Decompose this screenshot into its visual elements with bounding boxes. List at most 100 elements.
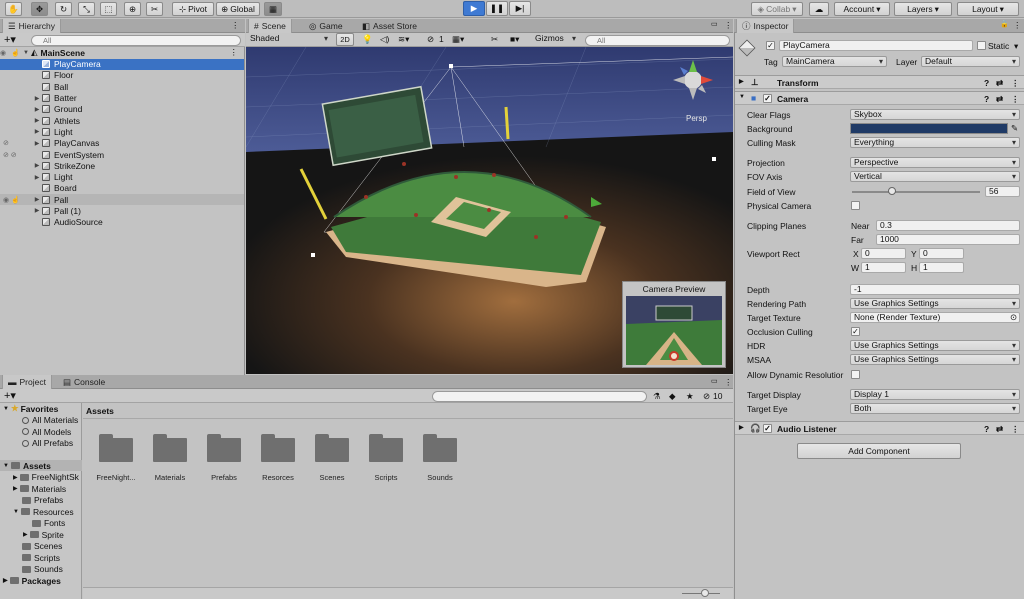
expand-arrow-icon[interactable]: ▼ xyxy=(3,406,9,412)
hierarchy-item-board[interactable]: Board xyxy=(0,183,244,194)
folder-prefabs[interactable] xyxy=(207,434,241,462)
folder-sounds[interactable] xyxy=(423,434,457,462)
static-dropdown-icon[interactable]: ▾ xyxy=(1014,41,1018,52)
create-plus-button[interactable]: +▾ xyxy=(4,389,16,402)
filter-type-icon[interactable]: ⚗ xyxy=(653,391,661,402)
expand-arrow-icon[interactable]: ▶ xyxy=(33,162,41,169)
rect-tool-button[interactable]: ⬚ xyxy=(100,2,117,16)
cloud-button[interactable]: ☁ xyxy=(809,2,829,16)
tab-game[interactable]: ◎ Game xyxy=(304,19,348,33)
active-checkbox[interactable]: ✓ xyxy=(766,41,775,50)
expand-arrow-icon[interactable]: ▶ xyxy=(3,577,8,584)
tree-folder-prefabs[interactable]: Prefabs xyxy=(22,495,63,506)
filter-label-icon[interactable]: ◆ xyxy=(669,391,676,402)
object-picker-icon[interactable]: ⊙ xyxy=(1010,312,1017,323)
viewport-w-field[interactable]: 1 xyxy=(861,262,906,273)
toggle-2d-button[interactable]: 2D xyxy=(336,33,354,46)
tree-folder-fonts[interactable]: Fonts xyxy=(32,518,65,529)
pivot-toggle[interactable]: ⊹ Pivot xyxy=(172,2,214,16)
target-texture-field[interactable]: None (Render Texture) xyxy=(850,312,1020,323)
grid-snap-button[interactable]: ▦ xyxy=(264,2,282,16)
viewport-x-field[interactable]: 0 xyxy=(861,248,906,259)
physical-camera-checkbox[interactable] xyxy=(851,201,860,210)
transform-tool-button[interactable]: ⊕ xyxy=(124,2,141,16)
expand-arrow-icon[interactable]: ▶ xyxy=(33,207,41,214)
hierarchy-item-audiosource[interactable]: AudioSource xyxy=(0,217,244,228)
visibility-icon[interactable]: ◉ ☝ xyxy=(3,196,20,204)
rendering-path-dropdown[interactable]: Use Graphics Settings xyxy=(850,298,1020,309)
favorite-all-prefabs[interactable]: All Prefabs xyxy=(22,438,73,449)
background-color-field[interactable] xyxy=(850,123,1008,134)
hierarchy-item-ground[interactable]: ▶ Ground xyxy=(0,104,244,115)
maximize-icon[interactable]: ▭ xyxy=(711,20,718,28)
folder-resources[interactable] xyxy=(261,434,295,462)
panel-menu-icon[interactable]: ⋮ xyxy=(724,377,733,388)
hierarchy-item-light-2[interactable]: ▶ Light xyxy=(0,172,244,183)
tab-inspector[interactable]: ⓘ Inspector xyxy=(736,19,795,33)
pause-button[interactable]: ❚❚ xyxy=(486,1,508,16)
viewport-h-field[interactable]: 1 xyxy=(919,262,964,273)
camera-enabled-checkbox[interactable]: ✓ xyxy=(763,94,772,103)
hidden-packages-icon[interactable]: ⊘ xyxy=(703,391,710,402)
expand-arrow-icon[interactable]: ▶ xyxy=(33,117,41,124)
effects-dropdown-icon[interactable]: ≋▾ xyxy=(398,34,409,45)
pickable-icon[interactable]: ☝ xyxy=(11,49,22,57)
hidden-objects-icon[interactable]: ⊘ xyxy=(427,34,434,45)
shading-mode-dropdown[interactable]: Shaded xyxy=(247,34,331,45)
help-icon[interactable]: ? xyxy=(984,78,989,88)
favorites-header[interactable]: ▼ ★ Favorites xyxy=(3,403,58,414)
msaa-dropdown[interactable]: Use Graphics Settings xyxy=(850,354,1020,365)
tab-asset-store[interactable]: ◧ Asset Store xyxy=(357,19,422,33)
fov-slider-track[interactable] xyxy=(852,191,980,193)
expand-arrow-icon[interactable]: ▶ xyxy=(33,95,41,102)
lighting-toggle-icon[interactable]: 💡 xyxy=(362,34,373,45)
camera-settings-icon[interactable]: ■▾ xyxy=(510,34,519,45)
scale-tool-button[interactable]: ⤡ xyxy=(78,2,95,16)
hierarchy-item-playcamera[interactable]: PlayCamera xyxy=(0,58,244,70)
help-icon[interactable]: ? xyxy=(984,94,989,104)
global-toggle[interactable]: ⊕ Global xyxy=(216,2,260,16)
hierarchy-item-pall-1[interactable]: ▶ Pall (1) xyxy=(0,205,244,216)
tree-folder-sprite[interactable]: ▶ Sprite xyxy=(23,529,64,540)
layers-dropdown[interactable]: Layers ▾ xyxy=(894,2,952,16)
allow-dynamic-resolution-checkbox[interactable] xyxy=(851,370,860,379)
gizmos-dropdown[interactable]: Gizmos xyxy=(532,34,579,45)
expand-arrow-icon[interactable]: ▼ xyxy=(22,50,30,56)
hidden-eye-icon[interactable]: ⊘ xyxy=(3,139,9,147)
scene-menu-icon[interactable]: ⋮ xyxy=(230,47,239,58)
tab-scene[interactable]: # Scene xyxy=(248,19,292,33)
clear-flags-dropdown[interactable]: Skybox xyxy=(850,109,1020,120)
fov-slider-thumb[interactable] xyxy=(888,187,896,195)
preset-icon[interactable]: ⇄ xyxy=(996,424,1003,435)
expand-arrow-icon[interactable]: ▶ xyxy=(33,196,41,203)
custom-tool-button[interactable]: ✂ xyxy=(146,2,163,16)
hierarchy-item-strikezone[interactable]: ▶ StrikeZone xyxy=(0,160,244,171)
expand-arrow-icon[interactable]: ▶ xyxy=(33,106,41,113)
component-menu-icon[interactable]: ⋮ xyxy=(1011,424,1020,435)
audio-listener-enabled-checkbox[interactable]: ✓ xyxy=(763,424,772,433)
lock-icon[interactable]: 🔒 xyxy=(1000,20,1009,28)
rotate-tool-button[interactable]: ↻ xyxy=(55,2,72,16)
panel-menu-icon[interactable]: ⋮ xyxy=(231,20,240,31)
transform-component-header[interactable]: ▶ ⊥ Transform ? ⇄ ⋮ xyxy=(735,75,1024,89)
expand-arrow-icon[interactable]: ▼ xyxy=(13,509,19,515)
camera-component-header[interactable]: ▼ ■ ✓ Camera ? ⇄ ⋮ xyxy=(735,91,1024,105)
folder-scripts[interactable] xyxy=(369,434,403,462)
scene-search-input[interactable]: All xyxy=(585,35,730,46)
tools-icon[interactable]: ✂ xyxy=(491,34,498,45)
collab-dropdown[interactable]: ◈ Collab ▾ xyxy=(751,2,803,16)
audio-listener-component-header[interactable]: ▶ 🎧 ✓ Audio Listener ? ⇄ ⋮ xyxy=(735,421,1024,435)
hierarchy-item-batter[interactable]: ▶ Batter xyxy=(0,92,244,103)
tab-project[interactable]: ▬ Project xyxy=(2,375,52,389)
move-tool-button[interactable]: ✥ xyxy=(31,2,48,16)
hand-tool-button[interactable]: ✋ xyxy=(5,2,22,16)
layout-dropdown[interactable]: Layout ▾ xyxy=(957,2,1019,16)
panel-menu-icon[interactable]: ⋮ xyxy=(724,20,733,31)
component-menu-icon[interactable]: ⋮ xyxy=(1011,78,1020,89)
hierarchy-item-pall[interactable]: ◉ ☝ ▶ Pall xyxy=(0,194,244,206)
expand-arrow-icon[interactable]: ▶ xyxy=(739,424,744,431)
folder-scenes[interactable] xyxy=(315,434,349,462)
tree-folder-scenes[interactable]: Scenes xyxy=(22,541,62,552)
folder-freenightsky[interactable] xyxy=(99,434,133,462)
expand-arrow-icon[interactable]: ▶ xyxy=(13,474,18,481)
